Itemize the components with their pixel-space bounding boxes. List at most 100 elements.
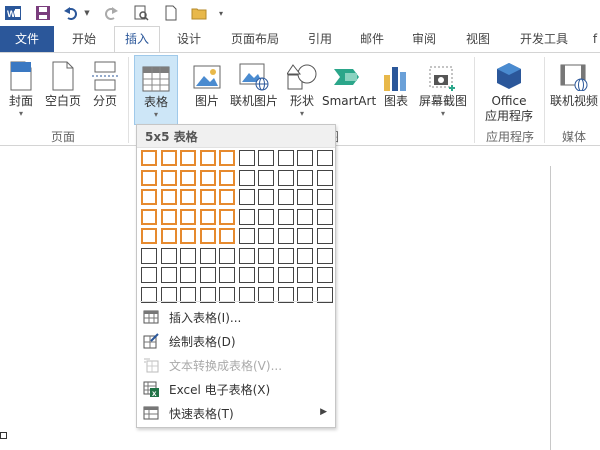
screenshot-button[interactable]: 屏幕截图 ▾ [416,57,470,118]
table-grid-cell[interactable] [200,248,216,264]
table-grid-cell[interactable] [258,170,274,186]
print-preview-icon[interactable] [132,4,150,22]
table-grid-cell[interactable] [200,170,216,186]
table-grid-cell[interactable] [219,170,235,186]
table-grid-cell[interactable] [278,150,294,166]
table-grid-cell[interactable] [278,248,294,264]
table-grid-cell[interactable] [200,228,216,244]
table-grid-cell[interactable] [239,170,255,186]
table-grid-cell[interactable] [219,189,235,205]
table-grid-cell[interactable] [297,228,313,244]
table-grid-cell[interactable] [239,267,255,283]
table-grid-cell[interactable] [161,228,177,244]
table-grid-cell[interactable] [278,228,294,244]
table-grid-cell[interactable] [141,170,157,186]
table-grid-cell[interactable] [278,189,294,205]
insert-table-menu-item[interactable]: 插入表格(I)... [137,305,335,329]
table-grid-cell[interactable] [317,150,333,166]
table-grid-cell[interactable] [317,267,333,283]
table-grid-cell[interactable] [200,267,216,283]
table-grid-cell[interactable] [239,248,255,264]
undo-dropdown-icon[interactable]: ▼ [82,4,92,22]
excel-spreadsheet-menu-item[interactable]: x Excel 电子表格(X) [137,377,335,401]
table-grid-cell[interactable] [317,228,333,244]
table-grid-cell[interactable] [180,267,196,283]
table-grid-cell[interactable] [161,209,177,225]
online-picture-button[interactable]: 联机图片 [228,57,280,109]
table-grid-cell[interactable] [219,267,235,283]
table-grid-cell[interactable] [219,209,235,225]
table-grid-cell[interactable] [180,150,196,166]
table-grid-cell[interactable] [141,228,157,244]
table-grid-cell[interactable] [200,150,216,166]
smartart-button[interactable]: SmartArt [322,57,376,109]
open-folder-icon[interactable] [190,4,208,22]
table-grid-cell[interactable] [161,189,177,205]
table-grid-cell[interactable] [141,189,157,205]
table-grid-cell[interactable] [317,248,333,264]
table-grid-cell[interactable] [239,150,255,166]
table-grid-cell[interactable] [141,248,157,264]
tab-developer[interactable]: 开发工具 [510,26,578,52]
table-grid-cell[interactable] [219,248,235,264]
table-grid-cell[interactable] [278,267,294,283]
table-grid-cell[interactable] [200,209,216,225]
table-grid-cell[interactable] [180,248,196,264]
table-grid-cell[interactable] [180,209,196,225]
table-grid-cell[interactable] [239,189,255,205]
tab-file[interactable]: 文件 [0,26,54,52]
table-grid-cell[interactable] [297,170,313,186]
picture-button[interactable]: 图片 [188,57,226,109]
table-grid-cell[interactable] [141,150,157,166]
tab-design[interactable]: 设计 [166,26,212,52]
table-grid-cell[interactable] [200,189,216,205]
table-grid-cell[interactable] [180,170,196,186]
table-grid-cell[interactable] [297,267,313,283]
table-grid-cell[interactable] [258,150,274,166]
table-grid-cell[interactable] [180,189,196,205]
table-button[interactable]: 表格 ▾ [134,55,178,125]
quick-tables-menu-item[interactable]: 快速表格(T) ▶ [137,401,335,425]
shapes-button[interactable]: 形状 ▾ [284,57,320,118]
word-app-icon[interactable]: W [4,4,22,22]
table-grid-cell[interactable] [180,228,196,244]
table-grid-cell[interactable] [258,209,274,225]
table-grid-cell[interactable] [258,267,274,283]
undo-icon[interactable] [62,4,80,22]
table-grid-cell[interactable] [161,248,177,264]
table-grid-cell[interactable] [297,248,313,264]
table-grid-cell[interactable] [317,170,333,186]
table-grid-cell[interactable] [258,189,274,205]
online-video-button[interactable]: 联机视频 [548,57,600,109]
tab-page-layout[interactable]: 页面布局 [222,26,288,52]
table-grid-cell[interactable] [161,170,177,186]
table-grid-cell[interactable] [219,228,235,244]
table-grid-cell[interactable] [219,150,235,166]
tab-references[interactable]: 引用 [298,26,342,52]
table-grid-cell[interactable] [317,209,333,225]
blank-page-button[interactable]: 空白页 [42,57,84,109]
new-document-icon[interactable] [162,4,180,22]
redo-icon[interactable] [102,4,120,22]
table-grid-cell[interactable] [161,150,177,166]
table-grid-cell[interactable] [317,189,333,205]
tab-more[interactable]: f [588,26,600,52]
tab-mailings[interactable]: 邮件 [350,26,394,52]
table-grid-cell[interactable] [297,189,313,205]
table-grid-cell[interactable] [239,228,255,244]
tab-insert[interactable]: 插入 [114,26,160,53]
table-grid-cell[interactable] [239,209,255,225]
table-grid-cell[interactable] [141,267,157,283]
table-grid-cell[interactable] [141,209,157,225]
table-grid-cell[interactable] [297,150,313,166]
table-grid-cell[interactable] [278,170,294,186]
table-grid-cell[interactable] [258,248,274,264]
table-grid-cell[interactable] [297,209,313,225]
tab-home[interactable]: 开始 [60,26,108,52]
tab-review[interactable]: 审阅 [402,26,446,52]
cover-page-button[interactable]: 封面 ▾ [4,57,38,118]
table-grid-cell[interactable] [258,228,274,244]
table-grid-cell[interactable] [278,209,294,225]
table-grid-cell[interactable] [161,267,177,283]
draw-table-menu-item[interactable]: 绘制表格(D) [137,329,335,353]
